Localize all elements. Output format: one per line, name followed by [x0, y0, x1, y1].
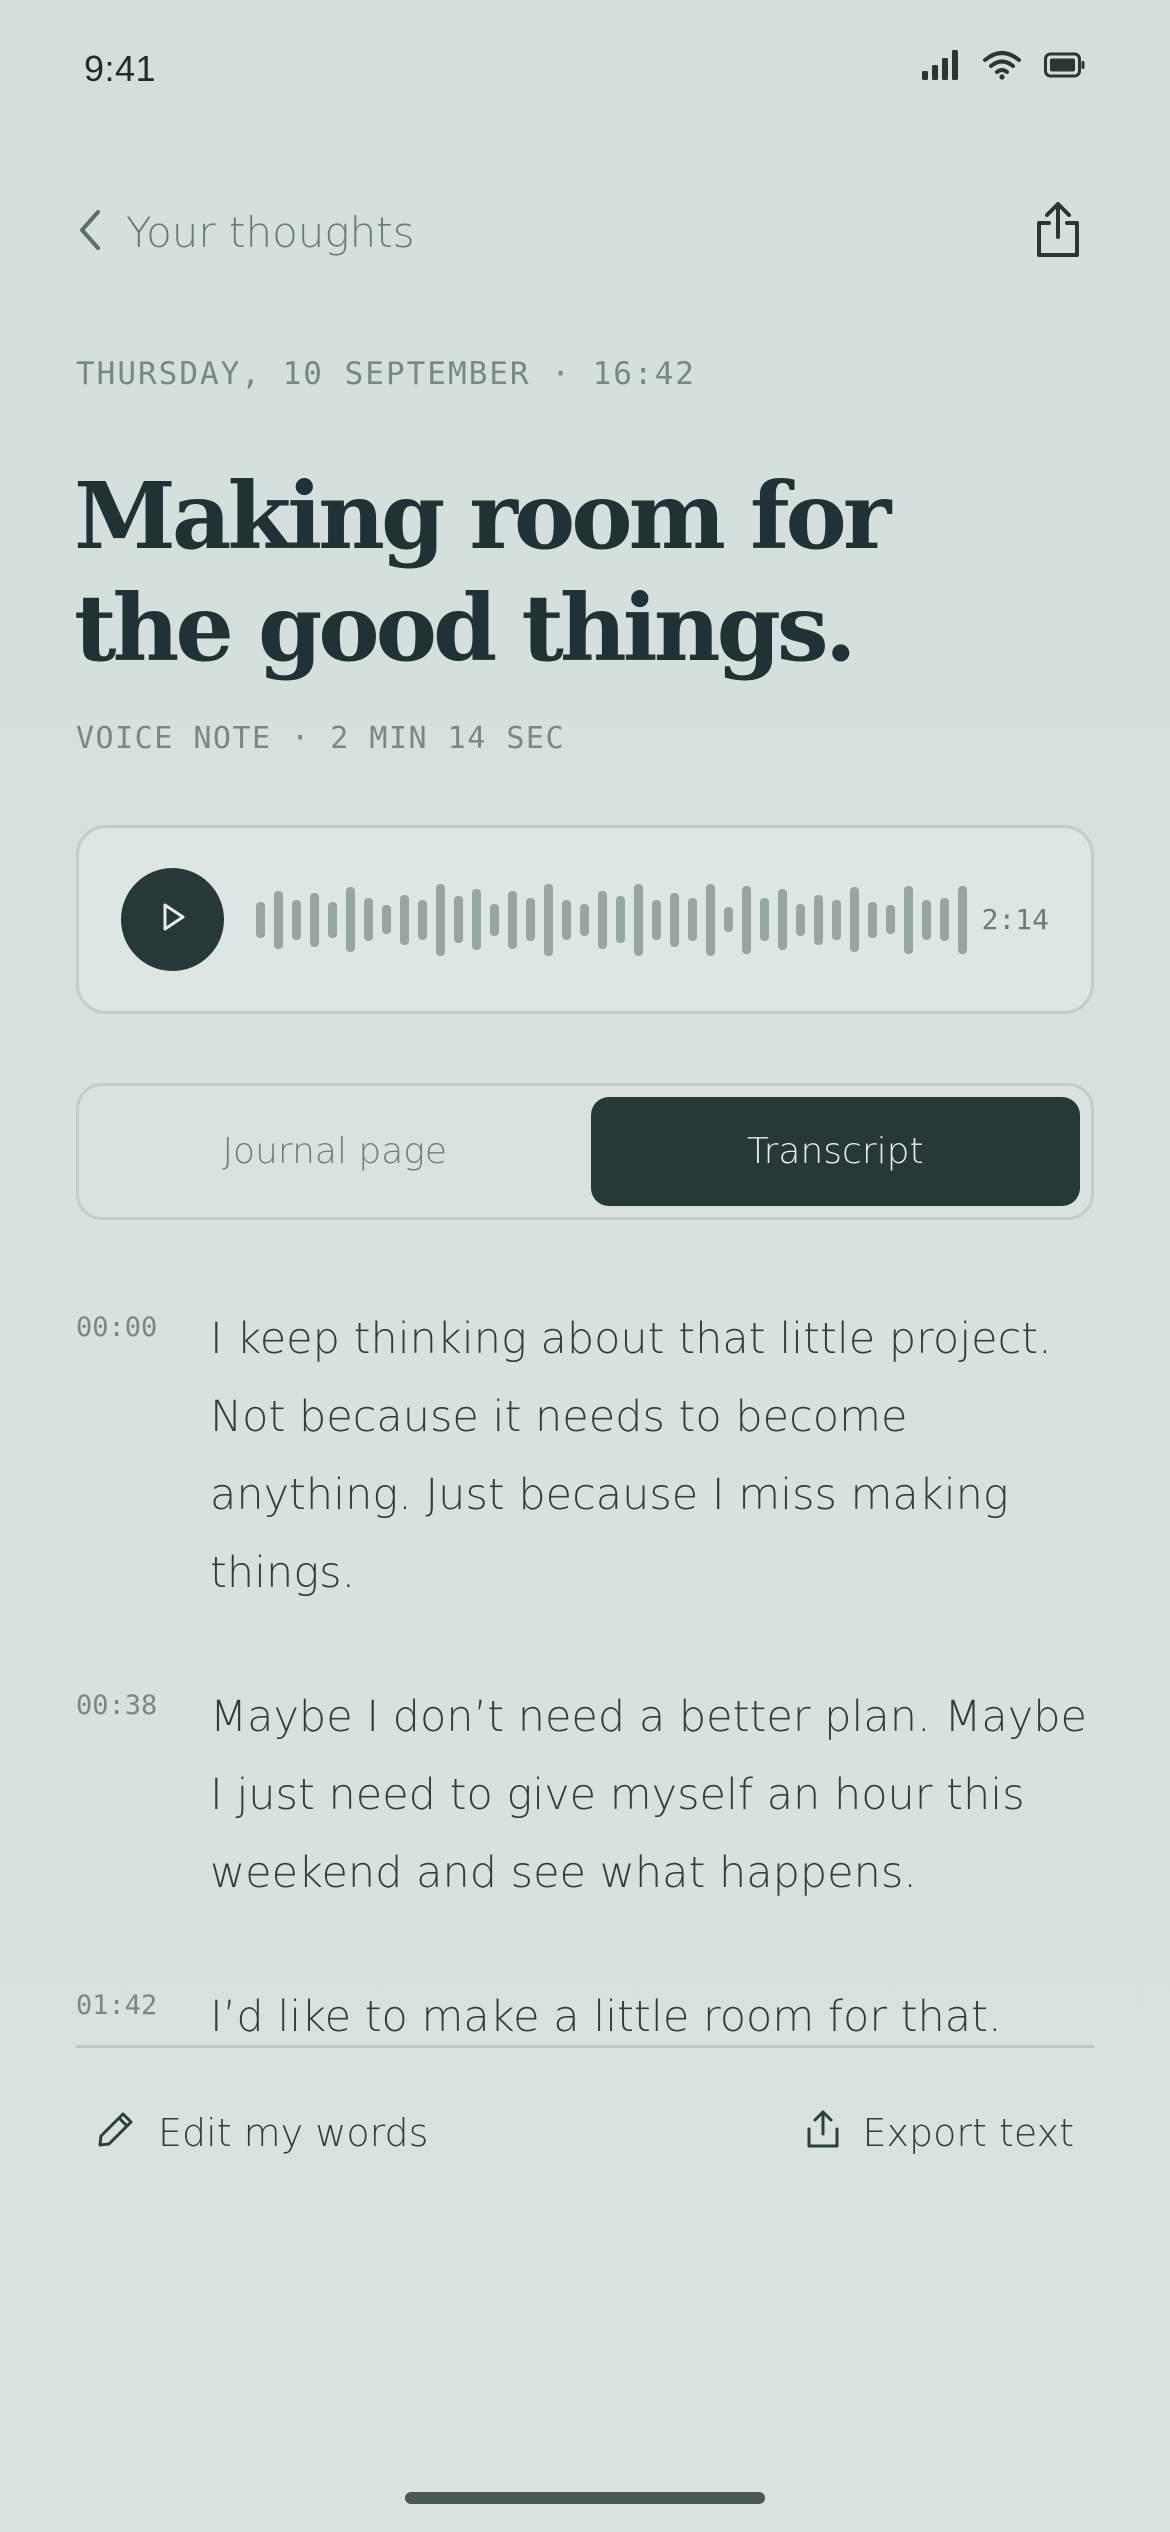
waveform-bar [346, 887, 355, 952]
battery-icon [1044, 52, 1086, 78]
transcript-segment: 00:38 Maybe I don’t need a better plan. … [76, 1678, 1094, 1912]
waveform-bar [922, 899, 931, 940]
waveform-bar [382, 905, 391, 934]
export-icon [805, 2109, 841, 2158]
waveform-bar [742, 885, 751, 954]
cellular-signal-icon [922, 50, 960, 80]
nav-bar: Your thoughts [76, 196, 1094, 268]
tab-journal-page[interactable]: Journal page [90, 1097, 580, 1206]
export-text-button[interactable]: Export text [805, 2109, 1074, 2158]
waveform-bar [436, 883, 445, 956]
waveform-bar [634, 883, 643, 956]
screen: 9:41 Your thoughts THURSDAY, 10 SEPTEMBE… [0, 0, 1170, 2532]
waveform-bar [868, 901, 877, 938]
page-title: Making room for the good things. [74, 462, 891, 682]
waveform-bar [508, 890, 517, 949]
back-button[interactable]: Your thoughts [76, 208, 415, 257]
share-button[interactable] [1022, 196, 1094, 268]
waveform-bar [292, 899, 301, 940]
pencil-icon [96, 2109, 136, 2158]
waveform-bar [904, 885, 913, 954]
voice-note-meta: VOICE NOTE · 2 MIN 14 SEC [76, 721, 566, 756]
waveform-bar [454, 896, 463, 943]
transcript-list: 00:00 I keep thinking about that little … [76, 1300, 1094, 2056]
status-time: 9:41 [84, 48, 157, 89]
waveform-bar [706, 883, 715, 956]
waveform-bar [310, 892, 319, 947]
transcript-segment: 00:00 I keep thinking about that little … [76, 1300, 1094, 1612]
waveform-bar [274, 890, 283, 949]
waveform-bar [760, 898, 769, 941]
segment-timestamp[interactable]: 00:38 [76, 1678, 210, 1721]
back-title: Your thoughts [126, 207, 415, 257]
entry-date: THURSDAY, 10 SEPTEMBER · 16:42 [76, 356, 696, 392]
waveform-bar [778, 889, 787, 950]
segment-timestamp[interactable]: 01:42 [76, 1978, 210, 2021]
audio-player: 2:14 [76, 825, 1094, 1014]
waveform-bar [670, 892, 679, 947]
waveform-scrubber[interactable] [256, 880, 967, 960]
waveform-bar [832, 899, 841, 940]
waveform-bar [724, 907, 733, 932]
wifi-icon [982, 50, 1022, 80]
waveform-bar [364, 898, 373, 941]
export-text-label: Export text [862, 2111, 1074, 2155]
status-icons [922, 50, 1086, 80]
waveform-bar [328, 901, 337, 938]
waveform-bar [526, 898, 535, 941]
segment-timestamp[interactable]: 00:00 [76, 1300, 210, 1343]
waveform-bar [256, 901, 265, 938]
waveform-bar [490, 903, 499, 936]
segment-text: Maybe I don’t need a better plan. Maybe … [210, 1692, 1087, 1898]
waveform-bar [814, 894, 823, 945]
transcript-actions: Edit my words Export text [96, 2098, 1074, 2168]
waveform-bar [940, 898, 949, 941]
play-icon [158, 901, 188, 938]
waveform-bar [562, 899, 571, 940]
waveform-bar [580, 903, 589, 936]
waveform-bar [472, 889, 481, 950]
edit-words-button[interactable]: Edit my words [96, 2109, 428, 2158]
waveform-bar [688, 898, 697, 941]
waveform-bar [616, 896, 625, 943]
play-button[interactable] [121, 868, 224, 971]
share-icon [1033, 201, 1083, 264]
view-toggle: Journal page Transcript [76, 1083, 1094, 1220]
waveform-bar [598, 890, 607, 949]
waveform-bar [850, 887, 859, 952]
waveform-bar [418, 899, 427, 940]
edit-words-label: Edit my words [158, 2111, 429, 2155]
waveform-bar [886, 905, 895, 934]
waveform-bar [544, 883, 553, 956]
chevron-left-icon [76, 208, 104, 257]
audio-duration: 2:14 [981, 903, 1049, 936]
home-indicator[interactable] [405, 2492, 765, 2504]
waveform-bar [796, 903, 805, 936]
divider [76, 2045, 1094, 2048]
waveform-bar [652, 899, 661, 940]
waveform-bar [958, 885, 967, 954]
waveform-bar [400, 894, 409, 945]
tab-transcript[interactable]: Transcript [590, 1097, 1080, 1206]
segment-text: I keep thinking about that little projec… [210, 1314, 1052, 1598]
